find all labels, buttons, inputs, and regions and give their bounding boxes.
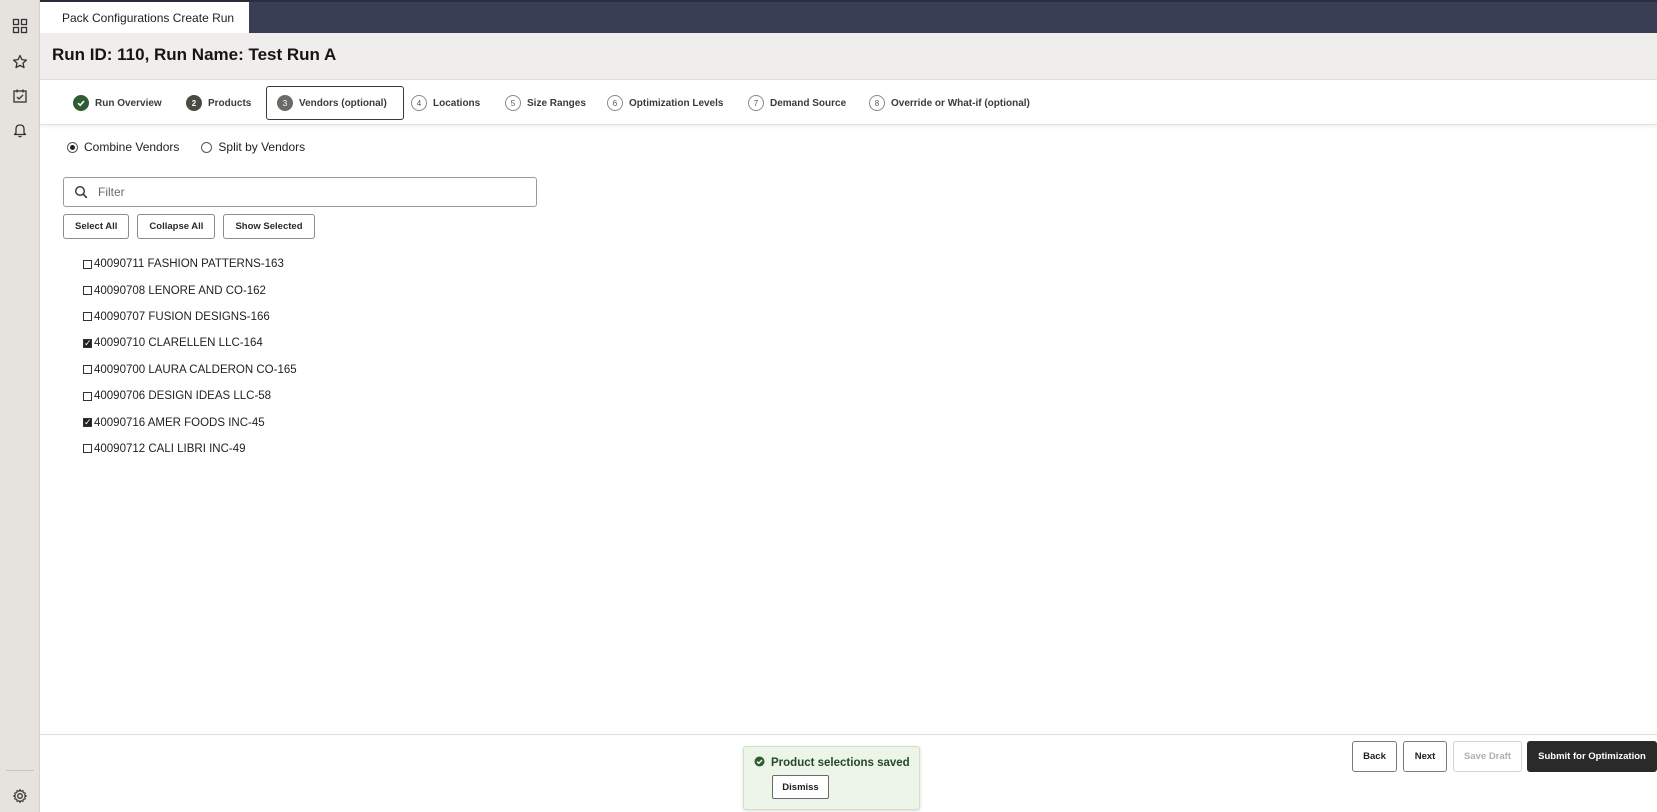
- vendor-tree: 40090711 FASHION PATTERNS-163 40090708 L…: [83, 251, 297, 462]
- list-item[interactable]: 40090707 FUSION DESIGNS-166: [83, 304, 297, 330]
- tree-actions: Select All Collapse All Show Selected: [63, 214, 323, 239]
- toast-message: Product selections saved: [754, 756, 910, 770]
- step-label: Override or What-if (optional): [891, 97, 1030, 109]
- list-item[interactable]: 40090706 DESIGN IDEAS LLC-58: [83, 383, 297, 409]
- checkbox[interactable]: [83, 391, 92, 401]
- step-products[interactable]: 2 Products: [186, 86, 251, 120]
- step-number: 5: [505, 95, 521, 111]
- top-bar: Pack Configurations Create Run: [40, 0, 1657, 33]
- submit-for-optimization-button[interactable]: Submit for Optimization: [1527, 741, 1657, 772]
- vendor-label: 40090711 FASHION PATTERNS-163: [94, 258, 284, 271]
- vendor-label: 40090716 AMER FOODS INC-45: [94, 416, 265, 429]
- tab-pack-configurations-create-run[interactable]: Pack Configurations Create Run: [40, 2, 249, 33]
- step-label: Products: [208, 97, 252, 109]
- radio-dot[interactable]: [67, 141, 78, 153]
- step-label: Locations: [433, 97, 481, 109]
- step-number: 2: [186, 95, 202, 111]
- dismiss-button[interactable]: Dismiss: [772, 775, 829, 799]
- gear-icon[interactable]: [10, 786, 30, 806]
- checkbox[interactable]: [83, 259, 92, 269]
- step-number: 6: [607, 95, 623, 111]
- step-label: Run Overview: [95, 97, 162, 109]
- step-label: Vendors (optional): [299, 97, 387, 109]
- vendor-label: 40090712 CALI LIBRI INC-49: [94, 442, 246, 455]
- grid-icon[interactable]: [10, 16, 30, 36]
- collapse-all-button[interactable]: Collapse All: [137, 214, 216, 239]
- star-icon[interactable]: [10, 52, 30, 72]
- list-item[interactable]: 40090710 CLARELLEN LLC-164: [83, 330, 297, 356]
- step-label: Optimization Levels: [629, 97, 724, 109]
- save-draft-button[interactable]: Save Draft: [1453, 741, 1522, 772]
- checkbox[interactable]: [83, 286, 92, 296]
- check-icon: [73, 95, 89, 111]
- task-check-icon[interactable]: [10, 86, 30, 106]
- step-optimization-levels[interactable]: 6 Optimization Levels: [607, 86, 723, 120]
- step-number: 3: [277, 95, 293, 111]
- show-selected-button[interactable]: Show Selected: [223, 214, 315, 239]
- step-number: 8: [869, 95, 885, 111]
- list-item[interactable]: 40090700 LAURA CALDERON CO-165: [83, 357, 297, 383]
- page-header: Run ID: 110, Run Name: Test Run A: [40, 33, 1657, 80]
- toast-text: Product selections saved: [771, 757, 910, 769]
- step-vendors[interactable]: 3 Vendors (optional): [266, 86, 404, 120]
- left-rail: [0, 0, 40, 812]
- vendor-label: 40090707 FUSION DESIGNS-166: [94, 310, 270, 323]
- step-size-ranges[interactable]: 5 Size Ranges: [505, 86, 586, 120]
- step-override-what-if[interactable]: 8 Override or What-if (optional): [869, 86, 1030, 120]
- vendor-label: 40090706 DESIGN IDEAS LLC-58: [94, 390, 272, 403]
- checkbox-checked[interactable]: [83, 337, 92, 349]
- checkbox[interactable]: [83, 365, 92, 375]
- search-icon: [64, 177, 98, 207]
- vendor-label: 40090710 CLARELLEN LLC-164: [94, 337, 263, 350]
- rail-divider: [6, 770, 34, 771]
- success-toast: Product selections saved Dismiss: [743, 746, 920, 810]
- checkbox[interactable]: [83, 444, 92, 454]
- next-button[interactable]: Next: [1403, 741, 1447, 772]
- list-item[interactable]: 40090711 FASHION PATTERNS-163: [83, 251, 297, 277]
- vendor-label: 40090708 LENORE AND CO-162: [94, 284, 266, 297]
- vendor-label: 40090700 LAURA CALDERON CO-165: [94, 363, 297, 376]
- step-locations[interactable]: 4 Locations: [411, 86, 480, 120]
- radio-label: Split by Vendors: [218, 140, 306, 154]
- radio-label: Combine Vendors: [84, 140, 180, 154]
- list-item[interactable]: 40090708 LENORE AND CO-162: [83, 277, 297, 303]
- step-run-overview[interactable]: Run Overview: [73, 86, 162, 120]
- radio-combine-vendors[interactable]: Combine Vendors: [67, 140, 179, 154]
- back-button[interactable]: Back: [1352, 741, 1397, 772]
- list-item[interactable]: 40090716 AMER FOODS INC-45: [83, 409, 297, 435]
- checkbox[interactable]: [83, 312, 92, 322]
- radio-split-by-vendors[interactable]: Split by Vendors: [201, 140, 305, 154]
- filter-input[interactable]: [98, 185, 518, 199]
- success-check-icon: [754, 756, 765, 770]
- vendor-mode-radio-group: Combine Vendors Split by Vendors: [67, 140, 327, 154]
- list-item[interactable]: 40090712 CALI LIBRI INC-49: [83, 436, 297, 462]
- step-label: Demand Source: [770, 97, 847, 109]
- radio-dot[interactable]: [201, 141, 213, 153]
- step-number: 4: [411, 95, 427, 111]
- select-all-button[interactable]: Select All: [63, 214, 130, 239]
- step-train: Run Overview 2 Products 3 Vendors (optio…: [40, 80, 1657, 125]
- checkbox-checked[interactable]: [83, 416, 92, 428]
- step-demand-source[interactable]: 7 Demand Source: [748, 86, 846, 120]
- step-number: 7: [748, 95, 764, 111]
- page-title: Run ID: 110, Run Name: Test Run A: [52, 45, 337, 64]
- filter-field[interactable]: [63, 177, 537, 207]
- step-label: Size Ranges: [527, 97, 586, 109]
- bell-icon[interactable]: [10, 120, 30, 140]
